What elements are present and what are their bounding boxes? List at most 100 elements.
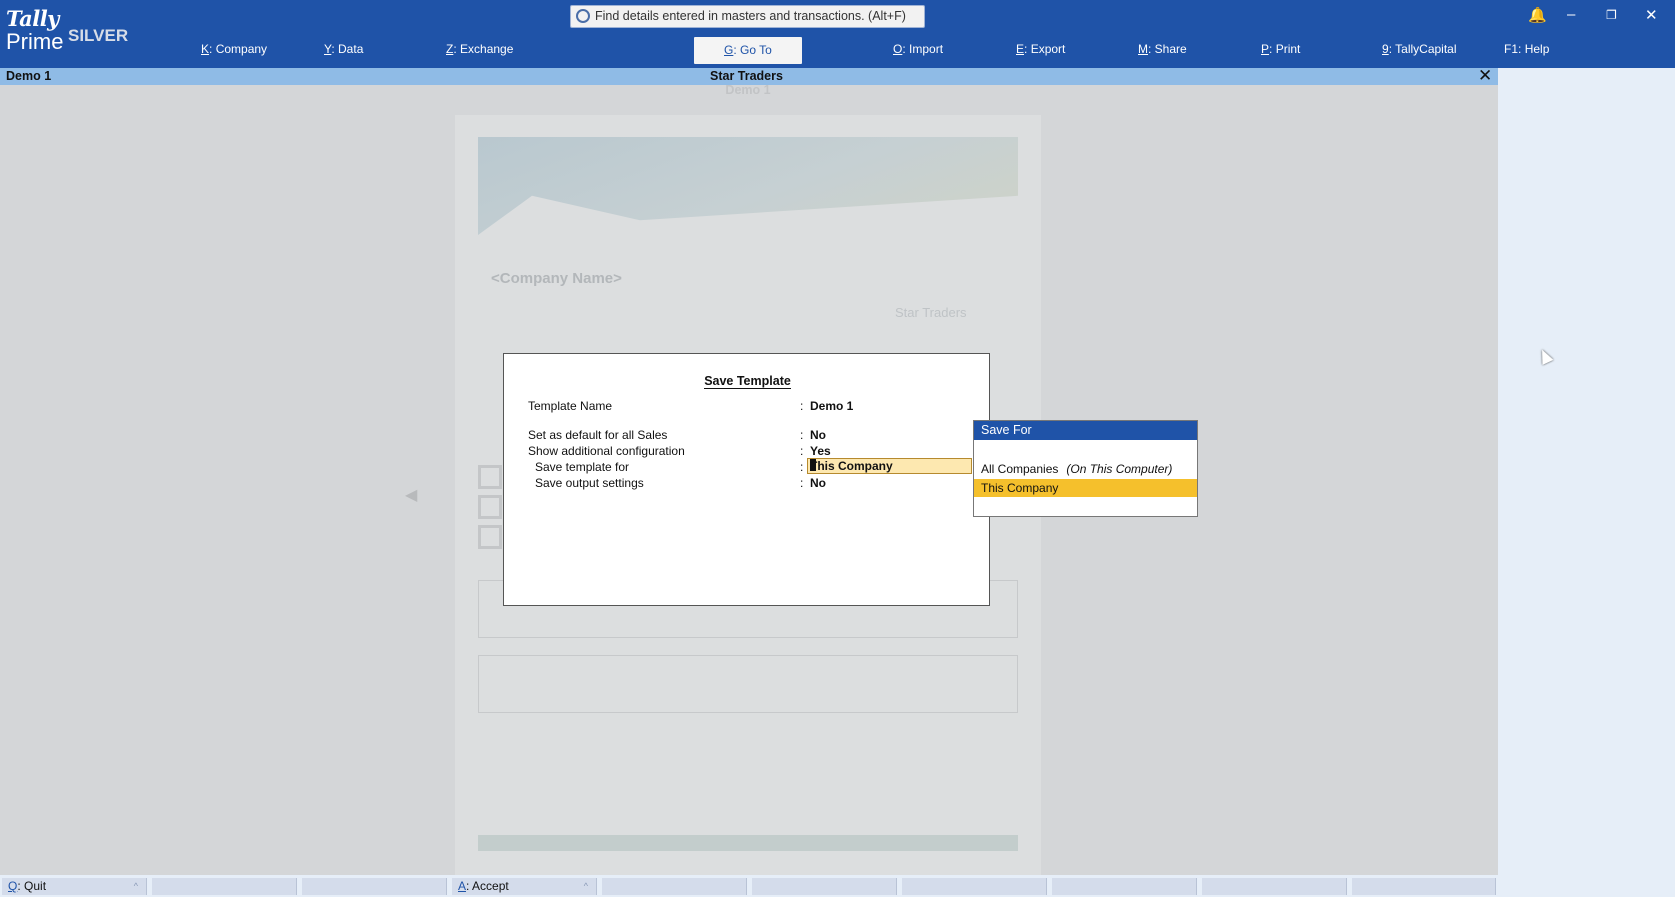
quit-key: Q [8, 879, 18, 893]
dialog-title: Save Template [504, 374, 991, 389]
quit-label: Quit [24, 879, 47, 893]
right-button-panel [1498, 68, 1675, 897]
preview-qr-block [478, 465, 502, 489]
field-label: Set as default for all Sales [528, 428, 668, 442]
save-template-dialog: Save Template Template Name : Demo 1 Set… [503, 353, 990, 606]
search-icon [576, 9, 590, 23]
menu-import-label: Import [909, 42, 944, 56]
field-show-additional-config[interactable]: Show additional configuration : Yes [528, 444, 968, 459]
accept-label: Accept [472, 879, 509, 893]
logo-prime-text: Prime [6, 29, 64, 54]
menu-company[interactable]: K: Company [201, 42, 267, 56]
field-value[interactable]: No [810, 476, 826, 490]
preview-brand-logo: Star Traders [895, 305, 967, 320]
tally-prime-logo: Tally Prime SILVER [6, 6, 128, 55]
empty-button-slot [1352, 878, 1496, 895]
preview-tax-table [478, 655, 1018, 713]
field-label: Save output settings [535, 476, 644, 490]
field-colon: : [800, 399, 804, 413]
save-for-list: Save For All Companies (On This Computer)… [973, 420, 1198, 517]
menu-print[interactable]: P: Print [1261, 42, 1300, 56]
menu-data-label: Data [338, 42, 364, 56]
menu-exchange-label: Exchange [460, 42, 514, 56]
option-this-company[interactable]: This Company [974, 479, 1197, 497]
menu-import-key: O [893, 42, 903, 56]
close-report-icon[interactable]: ✕ [1478, 66, 1492, 86]
bottom-button-bar: Q: Quit ^ A: Accept ^ [0, 875, 1675, 897]
preview-banner [478, 137, 1018, 235]
option-all-companies[interactable]: All Companies (On This Computer) [974, 460, 1197, 478]
empty-button-slot [752, 878, 897, 895]
menu-export-key: E [1016, 42, 1025, 56]
empty-button-slot [152, 878, 297, 895]
field-value[interactable]: Demo 1 [810, 399, 853, 413]
quit-button[interactable]: Q: Quit ^ [2, 878, 147, 895]
menu-tallycapital-key: 9 [1382, 42, 1389, 56]
menu-go-to-key: G [724, 43, 734, 57]
menu-company-key: K [201, 42, 210, 56]
search-placeholder: Find details entered in masters and tran… [595, 9, 906, 23]
menu-exchange[interactable]: Z: Exchange [446, 42, 513, 56]
menu-help-key: F1 [1504, 42, 1519, 56]
field-colon: : [800, 444, 804, 458]
menu-import[interactable]: O: Import [893, 42, 943, 56]
field-label: Show additional configuration [528, 444, 685, 458]
empty-button-slot [302, 878, 447, 895]
menu-print-key: P [1261, 42, 1270, 56]
empty-button-slot [602, 878, 747, 895]
option-note: (On This Computer) [1066, 462, 1173, 476]
field-colon: : [800, 460, 804, 474]
chevron-up-icon: ^ [133, 881, 138, 891]
menu-print-label: Print [1275, 42, 1301, 56]
menu-help-label: Help [1524, 42, 1550, 56]
menu-share-key: M [1138, 42, 1148, 56]
previous-page-arrow-icon[interactable]: ◀ [405, 485, 417, 505]
chevron-up-icon: ^ [583, 881, 588, 891]
field-default-for-sales[interactable]: Set as default for all Sales : No [528, 428, 968, 443]
menu-exchange-key: Z [446, 42, 454, 56]
field-template-name[interactable]: Template Name : Demo 1 [528, 399, 968, 414]
preview-subtitle: Demo 1 [725, 83, 771, 97]
field-save-output-settings[interactable]: Save output settings : No [528, 476, 968, 491]
menu-go-to-label: Go To [740, 43, 772, 57]
preview-company-name: <Company Name> [491, 270, 622, 287]
menu-export-label: Export [1030, 42, 1066, 56]
field-value: This Company [810, 459, 893, 473]
preview-qr-block [478, 525, 502, 549]
menu-tallycapital[interactable]: 9: TallyCapital [1382, 42, 1457, 56]
minimize-icon[interactable]: – [1567, 6, 1575, 23]
menu-export[interactable]: E: Export [1016, 42, 1065, 56]
menu-data[interactable]: Y: Data [324, 42, 363, 56]
search-bar[interactable]: Find details entered in masters and tran… [570, 5, 925, 28]
save-for-title: Save For [974, 421, 1197, 440]
preview-footer-bar [478, 835, 1018, 851]
field-value[interactable]: Yes [810, 444, 831, 458]
field-save-template-for[interactable]: Save template for : This Company [528, 458, 972, 475]
menu-data-key: Y [324, 42, 332, 56]
menu-share-label: Share [1154, 42, 1187, 56]
logo-tally-text: Tally [6, 6, 59, 31]
edition-label: SILVER [68, 26, 129, 45]
notification-bell-icon[interactable]: 🔔 [1528, 6, 1547, 24]
option-label: All Companies [981, 462, 1059, 476]
menu-tallycapital-label: TallyCapital [1395, 42, 1457, 56]
top-bar: Tally Prime SILVER Find details entered … [0, 0, 1675, 68]
menu-company-label: Company [215, 42, 268, 56]
menu-share[interactable]: M: Share [1138, 42, 1187, 56]
field-colon: : [800, 428, 804, 442]
accept-button[interactable]: A: Accept ^ [452, 878, 597, 895]
accept-key: A [458, 879, 467, 893]
company-title: Star Traders [710, 69, 783, 83]
empty-button-slot [902, 878, 1047, 895]
menu-go-to[interactable]: G: Go To [694, 37, 802, 64]
restore-icon[interactable]: ❐ [1606, 8, 1617, 22]
empty-button-slot [1052, 878, 1197, 895]
field-colon: : [800, 476, 804, 490]
menu-help[interactable]: F1: Help [1504, 42, 1549, 56]
save-template-for-input[interactable]: This Company [807, 458, 972, 474]
field-value[interactable]: No [810, 428, 826, 442]
empty-button-slot [1202, 878, 1347, 895]
field-label: Template Name [528, 399, 613, 413]
report-title: Demo 1 [6, 69, 52, 83]
close-window-icon[interactable]: ✕ [1645, 6, 1658, 24]
